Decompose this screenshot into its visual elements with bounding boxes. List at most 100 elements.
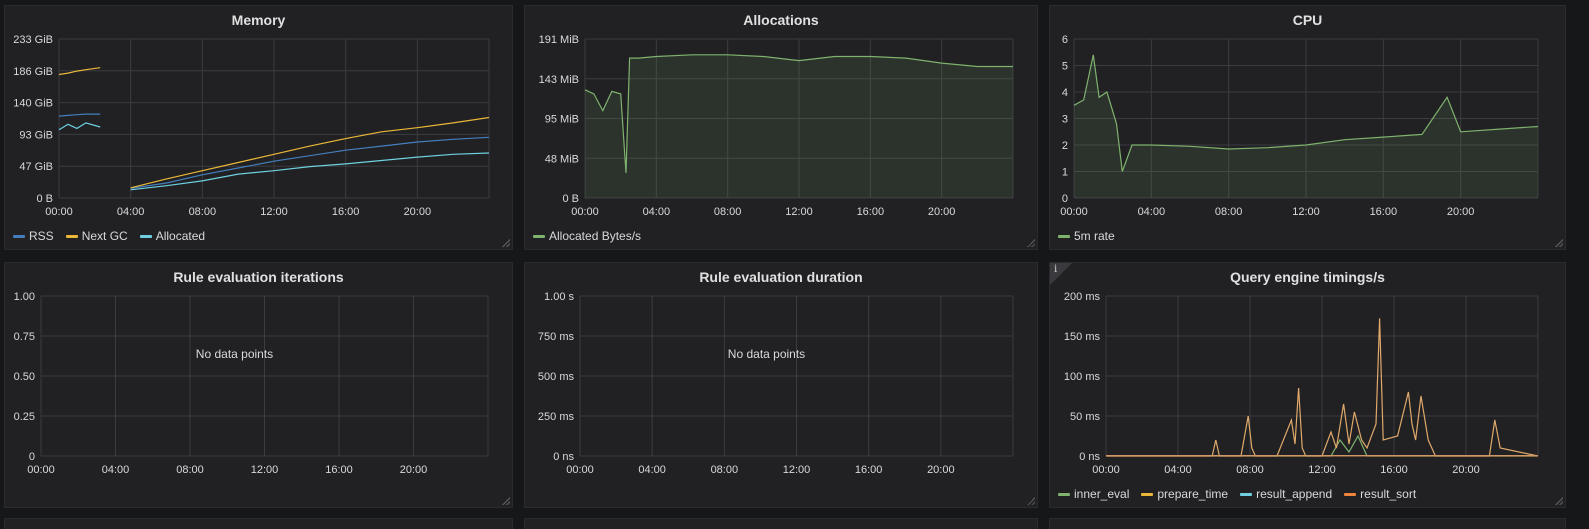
legend-item[interactable]: result_sort: [1344, 487, 1416, 501]
legend-swatch-icon: [1141, 492, 1154, 496]
x-tick-label: 08:00: [189, 206, 217, 218]
series-line: [130, 116, 490, 189]
resize-handle-icon[interactable]: [1555, 497, 1563, 505]
y-tick-label: 0 ns: [553, 451, 574, 463]
resize-handle-icon[interactable]: [1555, 239, 1563, 247]
resize-handle-icon[interactable]: [1027, 497, 1035, 505]
legend-swatch-icon: [1344, 492, 1357, 496]
resize-handle-icon[interactable]: [502, 239, 510, 247]
legend-swatch-icon: [139, 234, 152, 238]
x-tick-label: 12:00: [1292, 206, 1320, 218]
x-tick-label: 04:00: [643, 206, 671, 218]
x-tick-label: 16:00: [332, 206, 360, 218]
y-tick-label: 150 ms: [1064, 331, 1101, 343]
resize-handle-icon[interactable]: [1027, 239, 1035, 247]
resize-handle-icon[interactable]: [502, 497, 510, 505]
rule-iterations-chart: 0 0.25 0.50 0.75 1.00 00:00 04:00 08:00 12:00 16:…: [14, 291, 489, 476]
y-tick-label: 4: [1062, 87, 1068, 99]
series-line: [58, 122, 101, 131]
panel-allocations[interactable]: Allocations 0 B 48 MiB 95 MiB 143 MiB 191 Mi…: [524, 5, 1038, 250]
x-tick-label: 16:00: [855, 464, 883, 476]
y-tick-label: 200 ms: [1064, 291, 1101, 303]
x-tick-label: 12:00: [251, 464, 279, 476]
legend-swatch-icon: [13, 234, 25, 238]
y-tick-label: 1: [1062, 167, 1068, 179]
legend-label: RSS: [29, 229, 54, 243]
legend-item[interactable]: result_append: [1240, 487, 1332, 501]
x-tick-label: 16:00: [325, 464, 353, 476]
legend-item[interactable]: inner_eval: [1058, 487, 1129, 501]
y-tick-label: 0: [29, 451, 35, 463]
y-tick-label: 2: [1062, 140, 1068, 152]
y-tick-label: 191 MiB: [539, 34, 579, 46]
y-tick-label: 5: [1062, 61, 1068, 73]
panel-memory[interactable]: Memory 0 B 47 GiB 93 GiB 140 GiB 186 GiB 233 …: [4, 5, 513, 250]
legend-item[interactable]: Next GC: [65, 229, 128, 243]
legend: inner_eval prepare_time result_append resul…: [1058, 487, 1416, 501]
y-tick-label: 750 ms: [538, 331, 575, 343]
x-tick-label: 04:00: [1164, 464, 1192, 476]
no-data-text: No data points: [196, 347, 273, 361]
x-tick-label: 04:00: [117, 206, 145, 218]
x-tick-label: 20:00: [1452, 464, 1480, 476]
y-tick-label: 143 MiB: [539, 74, 579, 86]
x-tick-label: 08:00: [176, 464, 204, 476]
x-tick-label: 12:00: [260, 206, 288, 218]
y-tick-label: 1.00: [14, 291, 35, 303]
legend: RSS Next GC Allocated: [13, 229, 205, 243]
panel-stub: [1049, 518, 1566, 529]
x-tick-label: 12:00: [1308, 464, 1336, 476]
x-tick-label: 20:00: [1447, 206, 1475, 218]
memory-chart: 0 B 47 GiB 93 GiB 140 GiB 186 GiB 233 GiB 00:0…: [13, 34, 490, 218]
y-tick-label: 250 ms: [538, 411, 575, 423]
y-tick-label: 1.00 s: [544, 291, 574, 303]
y-tick-label: 0 ns: [1079, 451, 1100, 463]
legend-item[interactable]: 5m rate: [1058, 229, 1115, 243]
legend-label: result_sort: [1360, 487, 1417, 501]
legend-label: prepare_time: [1157, 487, 1229, 501]
y-tick-label: 0 B: [562, 193, 579, 205]
y-tick-label: 6: [1062, 34, 1068, 46]
x-tick-label: 00:00: [566, 464, 594, 476]
x-tick-label: 12:00: [783, 464, 811, 476]
x-tick-label: 20:00: [400, 464, 428, 476]
x-tick-label: 00:00: [1092, 464, 1120, 476]
cpu-chart: 0 1 2 3 4 5 6 00:00 04:00 08:00 12:00 16:00 20:00: [1060, 34, 1539, 218]
x-tick-label: 00:00: [45, 206, 73, 218]
panel-cpu[interactable]: CPU 0 1 2 3 4 5 6 00:00 04:00 08:00 12:00 16:00 20:0…: [1049, 5, 1566, 250]
legend-label: Allocated Bytes/s: [549, 229, 642, 243]
x-tick-label: 00:00: [571, 206, 599, 218]
x-tick-label: 00:00: [27, 464, 55, 476]
no-data-text: No data points: [728, 347, 805, 361]
legend: 5m rate: [1058, 229, 1115, 243]
legend-label: Allocated: [155, 229, 206, 243]
y-tick-label: 0 B: [36, 193, 53, 205]
panel-rule-evaluation-duration[interactable]: Rule evaluation duration 0 ns 250 ms 500 m…: [524, 262, 1038, 508]
y-tick-label: 140 GiB: [13, 98, 53, 110]
legend-label: inner_eval: [1074, 487, 1130, 501]
legend-item[interactable]: prepare_time: [1141, 487, 1228, 501]
y-tick-label: 500 ms: [538, 371, 575, 383]
x-tick-label: 20:00: [927, 464, 955, 476]
panel-rule-evaluation-iterations[interactable]: Rule evaluation iterations 0 0.25 0.50 0.75…: [4, 262, 513, 508]
legend-item[interactable]: Allocated: [139, 229, 206, 243]
panel-query-engine-timings[interactable]: i Query engine timings/s 0 ns 50 ms 100 ms…: [1049, 262, 1566, 508]
legend-item[interactable]: RSS: [13, 229, 54, 243]
x-tick-label: 16:00: [1380, 464, 1408, 476]
y-tick-label: 0: [1062, 193, 1068, 205]
y-tick-label: 186 GiB: [13, 66, 53, 78]
legend-swatch-icon: [533, 234, 545, 238]
series-line: [58, 113, 101, 117]
legend-label: result_append: [1256, 487, 1333, 501]
x-tick-label: 20:00: [928, 206, 956, 218]
legend: Allocated Bytes/s: [533, 229, 641, 243]
legend-swatch-icon: [1240, 492, 1253, 496]
y-tick-label: 0.25: [14, 411, 35, 423]
x-tick-label: 08:00: [1215, 206, 1243, 218]
legend-swatch-icon: [1058, 234, 1070, 238]
legend-item[interactable]: Allocated Bytes/s: [533, 229, 641, 243]
x-tick-label: 04:00: [102, 464, 130, 476]
x-tick-label: 08:00: [1236, 464, 1264, 476]
query-timings-chart: 0 ns 50 ms 100 ms 150 ms 200 ms 00:00 04:00 08:…: [1064, 291, 1539, 476]
y-tick-label: 47 GiB: [19, 161, 53, 173]
